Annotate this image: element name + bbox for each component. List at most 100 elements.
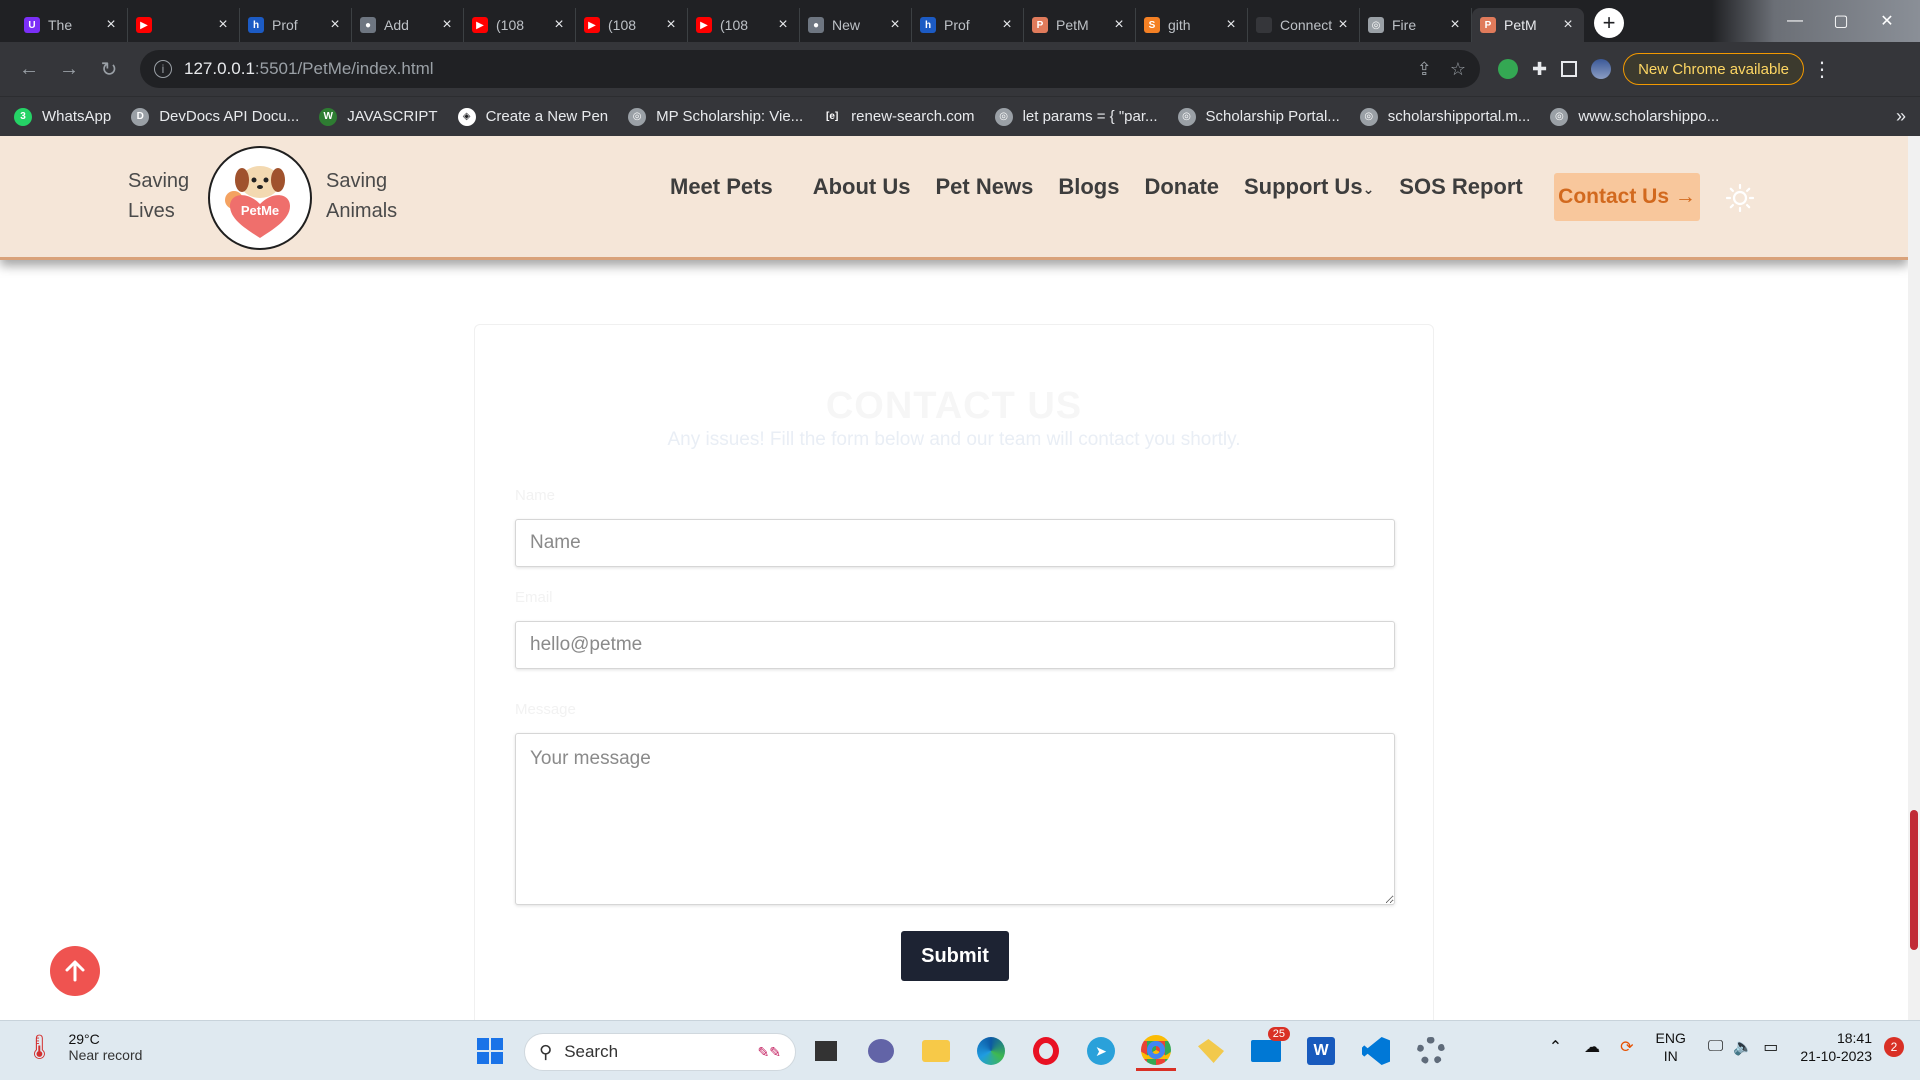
scroll-to-top-button[interactable]: [50, 946, 100, 996]
minimize-icon[interactable]: —: [1772, 12, 1818, 30]
chrome-update-button[interactable]: New Chrome available: [1623, 53, 1804, 85]
address-bar[interactable]: i 127.0.0.1:5501/PetMe/index.html ⇪ ☆: [140, 50, 1480, 88]
nav-sos-report[interactable]: SOS Report: [1399, 174, 1522, 200]
tab-close-icon[interactable]: ×: [1447, 16, 1463, 34]
browser-tab[interactable]: P PetM ×: [1024, 8, 1136, 42]
bookmark-item[interactable]: ◎ www.scholarshippo...: [1550, 107, 1719, 126]
notification-badge[interactable]: 2: [1884, 1037, 1904, 1057]
folder-app-icon[interactable]: [1191, 1031, 1231, 1071]
browser-tab[interactable]: ▶ (108 ×: [576, 8, 688, 42]
settings-gear-icon[interactable]: [1411, 1031, 1451, 1071]
bookmark-item[interactable]: ◎ Scholarship Portal...: [1177, 107, 1340, 126]
bookmark-item[interactable]: ◎ let params = { "par...: [994, 107, 1158, 126]
bookmark-item[interactable]: W JAVASCRIPT: [319, 107, 438, 126]
bookmark-item[interactable]: D DevDocs API Docu...: [131, 107, 299, 126]
bookmarks-overflow-icon[interactable]: »: [1896, 106, 1906, 127]
word-icon[interactable]: W: [1301, 1031, 1341, 1071]
tab-close-icon[interactable]: ×: [1560, 16, 1576, 34]
email-input[interactable]: [515, 621, 1395, 669]
battery-icon[interactable]: ▭: [1763, 1037, 1778, 1057]
maximize-icon[interactable]: ▢: [1818, 11, 1864, 31]
opera-browser-icon[interactable]: [1026, 1031, 1066, 1071]
submit-button[interactable]: Submit: [901, 931, 1009, 981]
tab-close-icon[interactable]: ×: [551, 16, 567, 34]
onedrive-icon[interactable]: ☁: [1584, 1037, 1600, 1057]
nav-about-us[interactable]: About Us: [813, 174, 911, 200]
site-navbar: Saving Lives PetMe Saving Animals Meet P…: [0, 136, 1908, 260]
browser-menu-icon[interactable]: ⋮: [1812, 57, 1832, 82]
tab-favicon-icon: ▶: [472, 17, 488, 33]
windows-start-icon[interactable]: [470, 1031, 510, 1071]
page-scrollbar-thumb[interactable]: [1910, 810, 1918, 950]
tab-close-icon[interactable]: ×: [1111, 16, 1127, 34]
nav-donate[interactable]: Donate: [1144, 174, 1219, 200]
taskbar-search[interactable]: ⚲ Search ✎✎: [524, 1033, 796, 1071]
weather-widget[interactable]: 🌡 29°C Near record: [24, 1031, 142, 1063]
close-window-icon[interactable]: ✕: [1864, 11, 1910, 31]
browser-tab[interactable]: ● Add ×: [352, 8, 464, 42]
network-icon[interactable]: 🖵: [1708, 1038, 1723, 1056]
contact-us-button[interactable]: Contact Us →: [1554, 173, 1700, 221]
browser-tab[interactable]: ▶ ×: [128, 8, 240, 42]
browser-tab[interactable]: U The ×: [16, 8, 128, 42]
tab-close-icon[interactable]: ×: [215, 16, 231, 34]
nav-meet-pets[interactable]: Meet Pets: [670, 174, 773, 200]
name-input[interactable]: [515, 519, 1395, 567]
search-highlight-icon: ✎✎: [757, 1043, 781, 1060]
tab-close-icon[interactable]: ×: [1335, 16, 1351, 34]
browser-tab[interactable]: ▶ (108 ×: [688, 8, 800, 42]
petme-logo[interactable]: PetMe: [208, 146, 312, 250]
sync-icon[interactable]: ⟳: [1620, 1037, 1633, 1057]
browser-tab[interactable]: Connect ×: [1248, 8, 1360, 42]
bookmark-item[interactable]: 3 WhatsApp: [14, 107, 111, 126]
browser-tab[interactable]: ● New ×: [800, 8, 912, 42]
browser-tab[interactable]: h Prof ×: [240, 8, 352, 42]
browser-tab[interactable]: h Prof ×: [912, 8, 1024, 42]
file-explorer-icon[interactable]: [916, 1031, 956, 1071]
browser-tab[interactable]: ◎ Fire ×: [1360, 8, 1472, 42]
tab-close-icon[interactable]: ×: [439, 16, 455, 34]
tab-close-icon[interactable]: ×: [663, 16, 679, 34]
bookmark-item[interactable]: ◎ MP Scholarship: Vie...: [628, 107, 803, 126]
new-tab-button[interactable]: +: [1594, 8, 1624, 38]
browser-tab[interactable]: Sgith ×: [1136, 8, 1248, 42]
tab-close-icon[interactable]: ×: [887, 16, 903, 34]
chevron-up-icon[interactable]: ⌃: [1549, 1037, 1562, 1057]
telegram-icon[interactable]: ➤: [1081, 1031, 1121, 1071]
vscode-icon[interactable]: [1356, 1031, 1396, 1071]
forward-icon[interactable]: →: [52, 52, 86, 86]
browser-tab[interactable]: P PetM ×: [1472, 8, 1584, 42]
theme-toggle-sun-icon[interactable]: [1726, 184, 1754, 212]
site-info-icon[interactable]: i: [154, 60, 172, 78]
extensions-puzzle-icon[interactable]: ✚: [1532, 59, 1547, 80]
edge-browser-icon[interactable]: [971, 1031, 1011, 1071]
task-view-icon[interactable]: [806, 1031, 846, 1071]
teams-chat-icon[interactable]: [861, 1031, 901, 1071]
share-icon[interactable]: ⇪: [1417, 59, 1432, 80]
nav-support-us[interactable]: Support Us⌄: [1244, 174, 1374, 200]
chrome-icon[interactable]: [1136, 1031, 1176, 1071]
nav-pet-news[interactable]: Pet News: [935, 174, 1033, 200]
extension-green-icon[interactable]: [1498, 59, 1518, 79]
nav-blogs[interactable]: Blogs: [1058, 174, 1119, 200]
volume-icon[interactable]: 🔈: [1733, 1037, 1753, 1057]
bookmark-item[interactable]: ◈ Create a New Pen: [457, 107, 608, 126]
bookmark-star-icon[interactable]: ☆: [1450, 59, 1466, 80]
side-panel-icon[interactable]: [1561, 61, 1578, 77]
back-icon[interactable]: ←: [12, 52, 46, 86]
tab-close-icon[interactable]: ×: [327, 16, 343, 34]
profile-avatar-icon[interactable]: [1591, 59, 1612, 79]
bookmark-item[interactable]: ◎ scholarshipportal.m...: [1359, 107, 1530, 126]
tab-close-icon[interactable]: ×: [1223, 16, 1239, 34]
tab-close-icon[interactable]: ×: [103, 16, 119, 34]
tab-close-icon[interactable]: ×: [775, 16, 791, 34]
message-textarea[interactable]: [515, 733, 1395, 905]
clock[interactable]: 18:41 21-10-2023: [1800, 1029, 1872, 1065]
browser-tab[interactable]: ▶ (108 ×: [464, 8, 576, 42]
reload-icon[interactable]: ↻: [92, 52, 126, 86]
tab-favicon-icon: ●: [360, 17, 376, 33]
language-indicator[interactable]: ENG IN: [1656, 1029, 1686, 1065]
bookmark-item[interactable]: [e] renew-search.com: [823, 107, 975, 126]
tab-close-icon[interactable]: ×: [999, 16, 1015, 34]
mail-icon[interactable]: 25: [1246, 1027, 1290, 1071]
